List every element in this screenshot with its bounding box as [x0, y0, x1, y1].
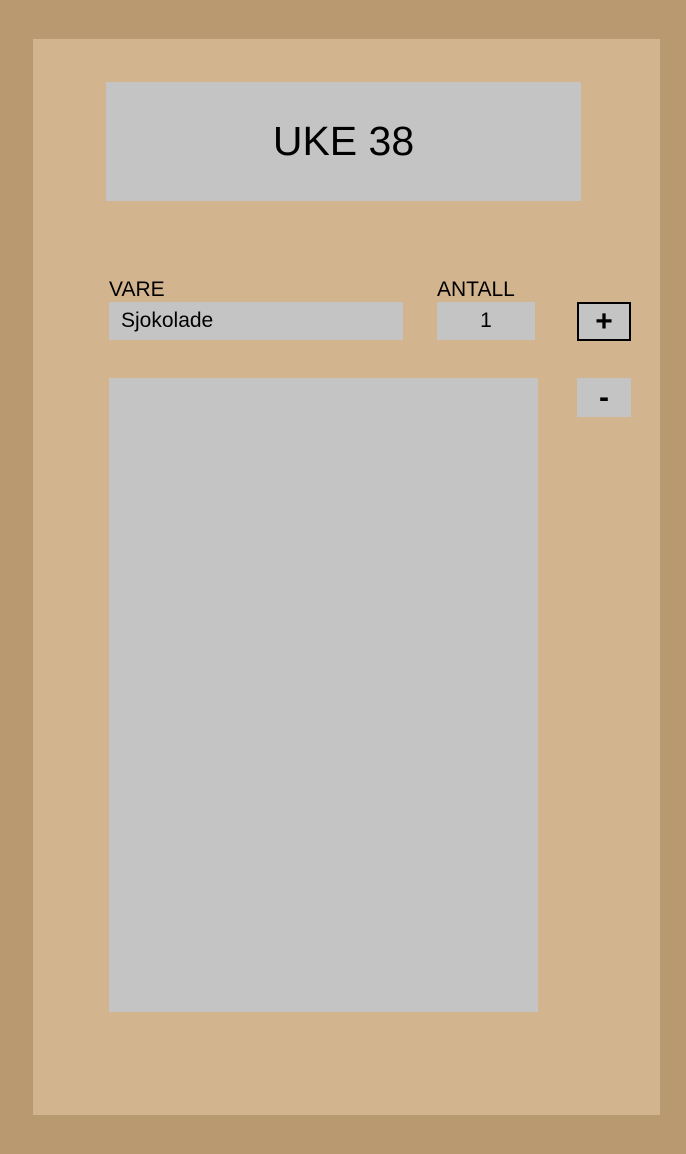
quantity-input[interactable] — [437, 302, 535, 340]
remove-item-button[interactable]: - — [577, 378, 631, 417]
week-title: UKE 38 — [106, 82, 581, 201]
quantity-label: ANTALL — [437, 278, 515, 301]
item-list[interactable] — [109, 378, 538, 1012]
item-label: VARE — [109, 278, 165, 301]
minus-icon: - — [599, 380, 609, 414]
week-title-text: UKE 38 — [272, 118, 415, 164]
plus-icon: + — [595, 304, 613, 338]
item-input[interactable] — [109, 302, 403, 340]
add-item-button[interactable]: + — [577, 302, 631, 341]
